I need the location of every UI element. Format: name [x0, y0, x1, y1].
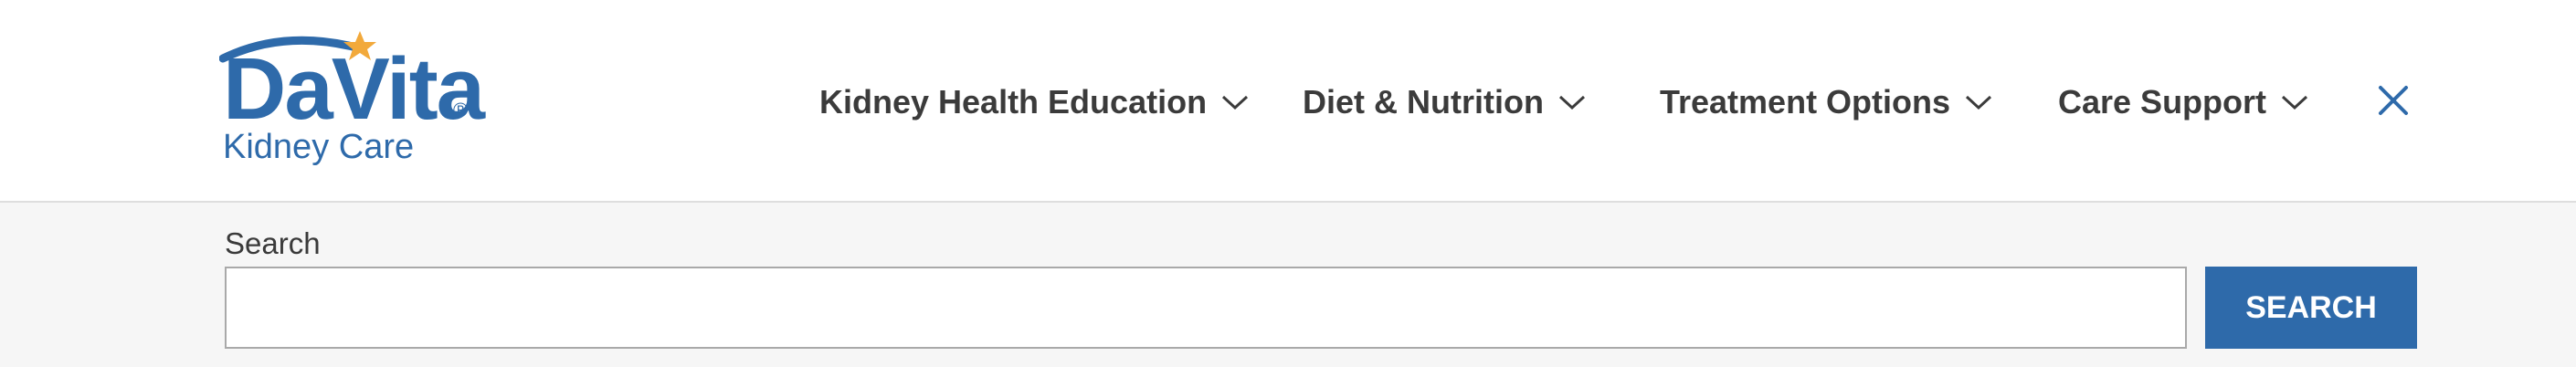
chevron-down-icon: [1966, 95, 1992, 110]
nav-item-label: Diet & Nutrition: [1303, 83, 1544, 121]
logo-wordmark: DaVita: [223, 40, 485, 138]
search-button[interactable]: SEARCH: [2205, 267, 2417, 349]
nav-item-label: Care Support: [2058, 83, 2267, 121]
chevron-down-icon: [1222, 95, 1249, 110]
chevron-down-icon: [1558, 95, 1586, 110]
nav-care-support[interactable]: Care Support: [2058, 80, 2308, 124]
search-label: Search: [225, 226, 321, 260]
logo-subtitle: Kidney Care: [223, 128, 415, 166]
nav-item-label: Treatment Options: [1660, 83, 1951, 121]
davita-logo[interactable]: DaVita ® Kidney Care: [219, 27, 485, 173]
registered-mark: ®: [453, 99, 469, 121]
nav-kidney-health-education[interactable]: Kidney Health Education: [819, 80, 1249, 124]
search-input[interactable]: [225, 267, 2187, 349]
nav-item-label: Kidney Health Education: [819, 83, 1208, 121]
site-header: DaVita ® Kidney Care Kidney Health Educa…: [0, 0, 2576, 203]
nav-diet-nutrition[interactable]: Diet & Nutrition: [1303, 80, 1586, 124]
nav-treatment-options[interactable]: Treatment Options: [1660, 80, 1992, 124]
chevron-down-icon: [2282, 95, 2308, 110]
close-icon[interactable]: [2375, 82, 2412, 119]
